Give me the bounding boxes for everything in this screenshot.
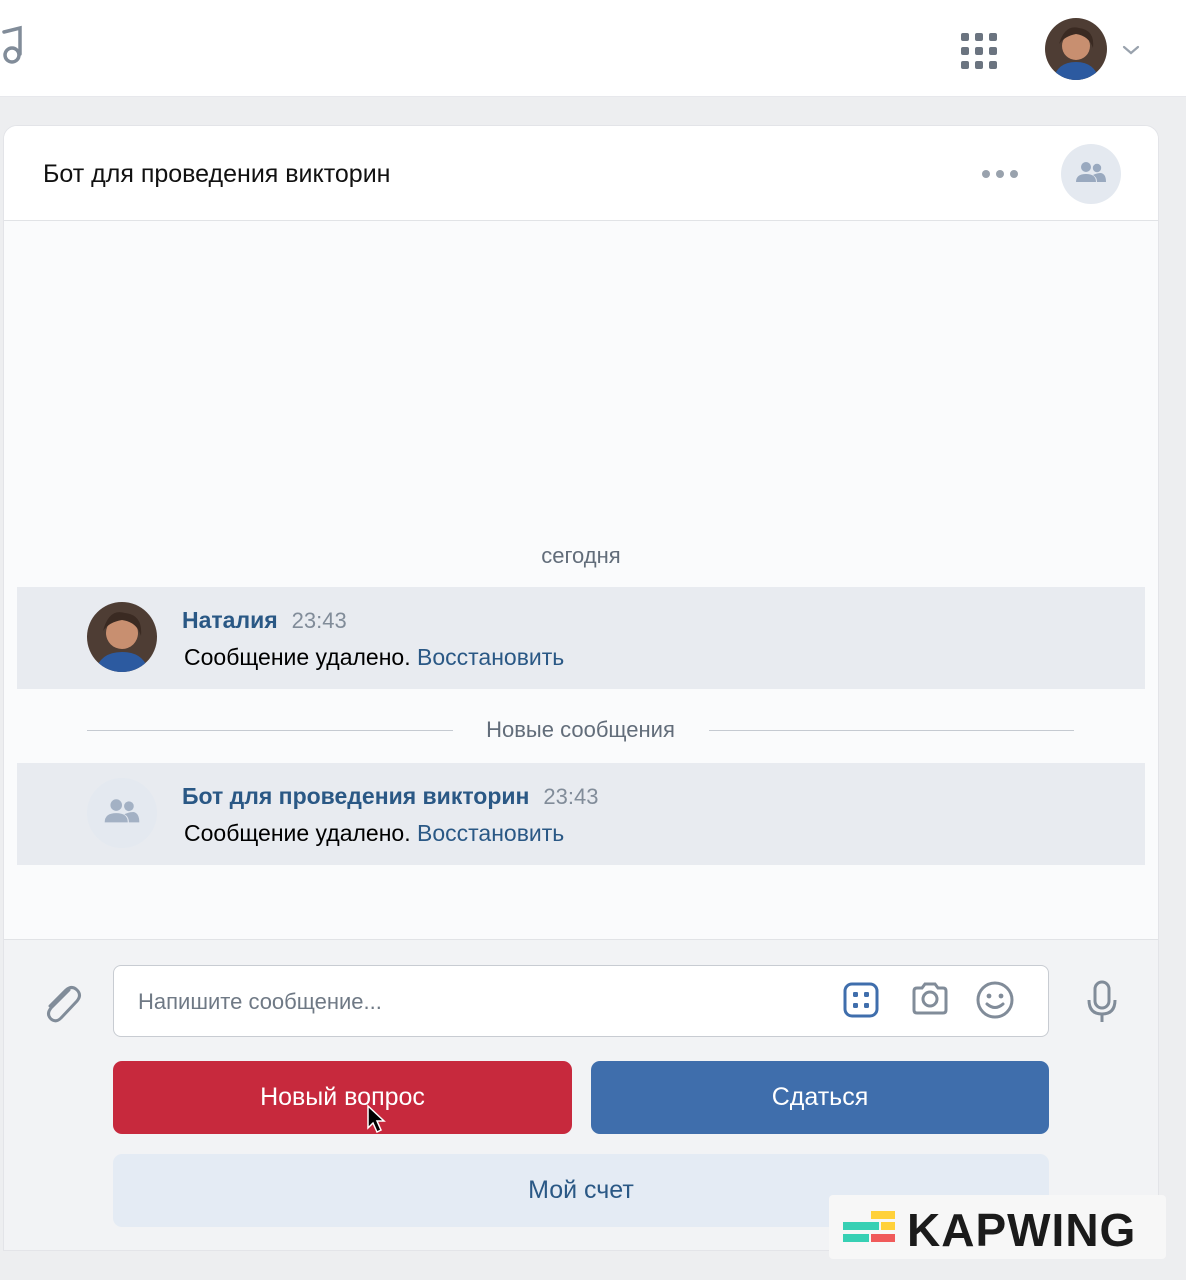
message-text: Сообщение удалено. Восстановить bbox=[184, 820, 565, 846]
attach-icon[interactable] bbox=[39, 978, 83, 1026]
chat-avatar[interactable] bbox=[1061, 144, 1121, 204]
chat-header: Бот для проведения викторин bbox=[4, 126, 1158, 221]
users-icon bbox=[104, 799, 140, 823]
chat-title[interactable]: Бот для проведения викторин bbox=[43, 160, 390, 189]
message-author[interactable]: Бот для проведения викторин 23:43 bbox=[182, 783, 598, 810]
new-messages-divider: Новые сообщения bbox=[87, 717, 1074, 743]
camera-icon[interactable] bbox=[910, 981, 950, 1017]
bot-keyboard-icon[interactable] bbox=[843, 982, 879, 1018]
apps-grid-icon[interactable] bbox=[958, 31, 1000, 71]
chat-panel: Бот для проведения викторин сегодня Ната… bbox=[3, 125, 1159, 1251]
message-avatar[interactable] bbox=[87, 602, 157, 672]
message-avatar[interactable] bbox=[87, 778, 157, 848]
message-input-box bbox=[113, 965, 1049, 1037]
message-author[interactable]: Наталия 23:43 bbox=[182, 607, 347, 634]
message-text: Сообщение удалено. Восстановить bbox=[184, 644, 565, 670]
message-row: Наталия 23:43 Сообщение удалено. Восстано… bbox=[17, 587, 1145, 689]
microphone-icon[interactable] bbox=[1086, 980, 1118, 1024]
users-icon bbox=[1076, 162, 1106, 182]
more-options-icon[interactable] bbox=[976, 163, 1024, 185]
message-time: 23:43 bbox=[543, 784, 599, 809]
give-up-button[interactable]: Сдаться bbox=[591, 1061, 1049, 1134]
restore-link[interactable]: Восстановить bbox=[417, 820, 564, 846]
chevron-down-icon[interactable] bbox=[1121, 42, 1141, 58]
message-input[interactable] bbox=[138, 984, 818, 1020]
emoji-icon[interactable] bbox=[975, 980, 1015, 1020]
day-divider: сегодня bbox=[541, 543, 621, 568]
music-icon[interactable] bbox=[0, 24, 24, 68]
message-time: 23:43 bbox=[291, 608, 347, 633]
profile-avatar[interactable] bbox=[1045, 18, 1107, 80]
kapwing-logo-icon bbox=[843, 1211, 895, 1242]
message-row: Бот для проведения викторин 23:43 Сообщен… bbox=[17, 763, 1145, 865]
watermark-text: KAPWING bbox=[907, 1204, 1137, 1256]
kapwing-watermark: KAPWING bbox=[829, 1195, 1166, 1259]
mouse-cursor-icon bbox=[367, 1104, 386, 1134]
restore-link[interactable]: Восстановить bbox=[417, 644, 564, 670]
top-bar bbox=[0, 0, 1186, 97]
new-question-button[interactable]: Новый вопрос bbox=[113, 1061, 572, 1134]
